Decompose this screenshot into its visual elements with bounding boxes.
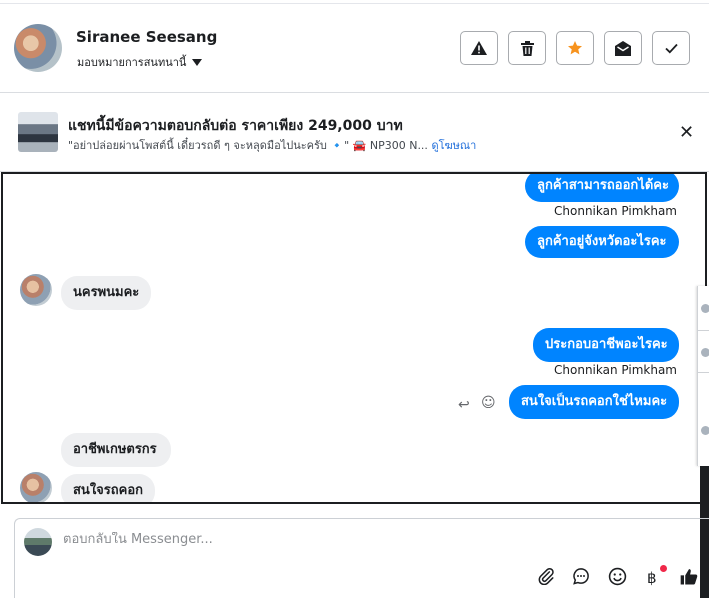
ad-subtitle: "อย่าปล่อยผ่านโพสต์นี้ เดี๋ยวรถดี ๆ จะหล… — [68, 136, 476, 154]
checkmark-icon — [664, 43, 678, 53]
contact-avatar[interactable] — [14, 24, 62, 72]
conversation-header: Siranee Seesang มอบหมายการสนทนานี้ — [0, 4, 709, 93]
mark-unread-button[interactable] — [604, 31, 642, 65]
reply-icon[interactable]: ↩ — [458, 397, 470, 413]
trash-icon — [520, 40, 534, 56]
delete-button[interactable] — [508, 31, 546, 65]
assign-conversation-dropdown[interactable]: มอบหมายการสนทนานี้ — [77, 53, 203, 71]
close-icon[interactable]: ✕ — [679, 122, 694, 143]
chat-icon[interactable] — [572, 567, 590, 590]
side-panel-edge[interactable] — [697, 286, 709, 466]
thumbs-up-icon[interactable] — [679, 567, 699, 592]
sender-name: Chonnikan Pimkham — [554, 363, 677, 377]
side-avatar — [701, 426, 709, 435]
ad-reply-banner: แชทนี้มีข้อความตอบกลับต่อ ราคาเพียง 249,… — [0, 93, 709, 172]
reply-input[interactable] — [63, 532, 663, 547]
outgoing-message[interactable]: ประกอบอาชีพอะไรคะ — [533, 328, 679, 362]
outgoing-message[interactable]: ลูกค้าอยู่จังหวัดอะไรคะ — [525, 226, 679, 258]
reply-composer: ฿ — [14, 518, 709, 598]
contact-avatar-small[interactable] — [20, 472, 52, 502]
view-ad-link[interactable]: ดูโฆษณา — [431, 139, 476, 152]
emoji-reaction-icon[interactable]: ☺ — [481, 395, 496, 411]
caret-down-icon — [192, 58, 203, 66]
contact-avatar-small[interactable] — [20, 274, 52, 306]
baht-icon[interactable]: ฿ — [647, 569, 657, 587]
incoming-message[interactable]: อาชีพเกษตรกร — [61, 433, 171, 467]
incoming-message[interactable]: นครพนมคะ — [61, 276, 151, 310]
envelope-open-icon — [615, 40, 631, 56]
ad-subtitle-text: "อย่าปล่อยผ่านโพสต์นี้ เดี๋ยวรถดี ๆ จะหล… — [68, 139, 428, 152]
ad-thumbnail[interactable] — [18, 112, 58, 152]
page-avatar — [24, 528, 52, 556]
notification-dot — [660, 565, 667, 572]
divider — [698, 372, 709, 373]
star-icon — [568, 41, 582, 55]
message-thread[interactable]: ลูกค้าสามารถออกได้คะ Chonnikan Pimkham ล… — [1, 172, 707, 504]
outgoing-message[interactable]: ลูกค้าสามารถออกได้คะ — [525, 174, 679, 202]
divider — [698, 330, 709, 331]
ad-title: แชทนี้มีข้อความตอบกลับต่อ ราคาเพียง 249,… — [68, 118, 403, 134]
side-avatar — [701, 304, 709, 313]
incoming-message[interactable]: สนใจรถคอก — [61, 474, 155, 502]
mark-done-button[interactable] — [652, 31, 690, 65]
contact-name[interactable]: Siranee Seesang — [76, 28, 217, 46]
paperclip-icon[interactable] — [537, 567, 555, 590]
assign-label: มอบหมายการสนทนานี้ — [77, 56, 187, 69]
report-spam-button[interactable] — [460, 31, 498, 65]
outgoing-message[interactable]: สนใจเป็นรถคอกใช่ไหมคะ — [509, 385, 679, 419]
side-avatar — [701, 348, 709, 357]
warning-icon — [471, 41, 487, 55]
emoji-icon[interactable] — [608, 567, 627, 591]
star-button[interactable] — [556, 31, 594, 65]
sender-name: Chonnikan Pimkham — [554, 204, 677, 218]
